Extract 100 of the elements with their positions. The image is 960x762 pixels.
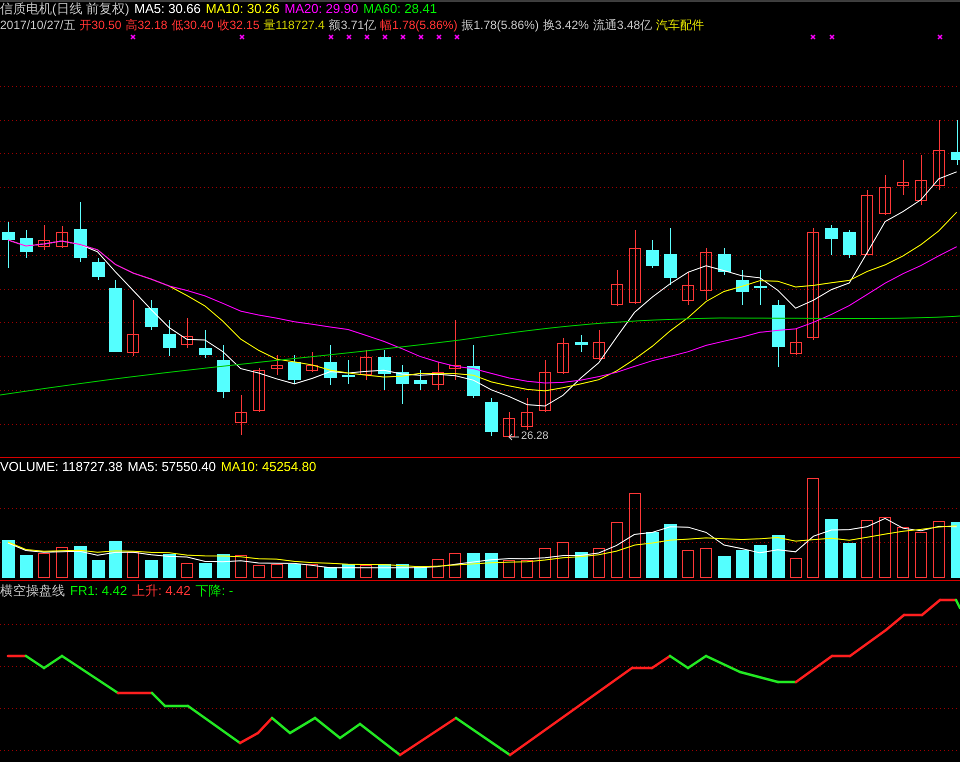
volume-bar [467,553,480,578]
volume-bar [682,550,694,578]
volume-bar [861,520,873,578]
candlestick [933,120,945,190]
volume-bar [163,554,176,578]
candlestick [432,362,444,390]
quote-value: 汽车配件 [656,19,704,31]
candlestick [288,354,301,384]
candlestick [521,398,533,430]
volume-bar [199,563,212,578]
volume-bar [253,565,265,578]
moving-average-value: MA5: 30.66 [134,2,201,15]
candlestick [163,320,176,356]
candlestick [449,320,461,380]
volume-bar [575,552,588,578]
low-price-label: 26.28 [521,431,549,442]
volume-bar [306,564,318,578]
volume-bar [754,545,767,578]
candlestick [843,230,856,258]
candlestick [306,352,318,372]
candlestick [38,224,50,250]
volume-bar [324,567,337,578]
candlestick [324,344,337,386]
candlestick [396,364,409,404]
moving-average-value: MA60: 28.41 [363,2,437,15]
volume-bar [271,564,283,578]
candlestick [56,226,68,248]
candlestick [700,248,712,300]
volume-bar [897,527,909,578]
quote-value: 量118727.4 [264,19,325,31]
candlestick [74,202,87,262]
candlestick [181,318,193,348]
volume-bar [235,555,247,578]
volume-value: MA5: 57550.40 [128,460,216,472]
volume-bar [92,560,105,578]
candlestick [790,328,802,356]
volume-bar [700,548,712,578]
volume-bar [915,532,927,578]
volume-bar [288,564,301,578]
indicator-name: 横空操盘线 [0,584,65,596]
candlestick [217,344,230,398]
candlestick [736,270,749,306]
volume-bar [664,524,677,578]
indicator-value: 上升: 4.42 [132,584,191,596]
volume-bar [56,547,68,578]
volume-bar [825,519,838,578]
candlestick [682,272,694,306]
candlestick [271,354,283,376]
volume-bar [181,563,193,578]
candlestick [342,360,355,384]
quote-value: 高32.18 [125,19,168,31]
volume-value: VOLUME: 118727.38 [0,460,123,472]
candlestick [646,240,659,268]
volume-bar [557,542,569,578]
volume-bar [790,558,802,578]
volume-bar [74,546,87,578]
candlestick [718,248,731,276]
volume-bar [879,517,891,578]
volume-bar [718,556,731,578]
volume-bar [127,552,139,578]
volume-bar [485,553,498,578]
volume-bar [593,548,605,578]
volume-bar [521,560,533,578]
volume-bar [109,541,122,578]
volume-bar [843,543,856,578]
quote-value: 换3.42% [542,19,589,31]
quote-date: 2017/10/27/五 [0,19,76,31]
arrow-icon [508,434,520,440]
candlestick [611,270,623,306]
candlestick [754,270,767,306]
indicator-value: FR1: 4.42 [70,584,128,596]
volume-bar [503,560,515,578]
volume-bar [646,532,659,578]
candlestick [378,350,391,390]
candlestick [575,334,588,352]
candlestick [253,368,265,412]
volume-bar [772,535,785,578]
volume-bar [951,522,960,578]
volume-bar [736,550,749,578]
candlestick [199,330,212,358]
candlestick [915,154,927,206]
candlestick [861,190,873,256]
volume-bar [360,565,372,578]
candlestick [897,160,909,196]
candlestick [503,412,515,438]
quote-value: 低30.40 [171,19,214,31]
candlestick [825,224,838,256]
volume-bar [38,553,50,578]
candlestick [414,370,427,390]
candlestick [664,228,677,286]
candlestick [145,300,158,330]
candlestick [557,338,569,374]
quote-value: 额3.71亿 [328,19,376,31]
volume-bar [145,560,158,578]
quote-value: 开30.50 [79,19,122,31]
candlestick [127,300,139,356]
quote-value: 振1.78(5.86%) [461,19,539,31]
indicator-value: 下降: - [196,584,234,596]
volume-bar [217,554,230,578]
candlestick [951,120,960,166]
